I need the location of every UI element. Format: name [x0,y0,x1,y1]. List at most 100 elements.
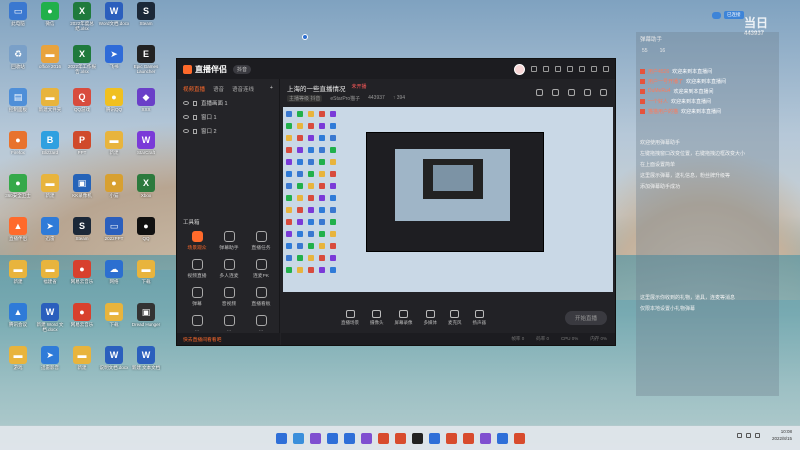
desktop-icon[interactable]: ▲ 腾讯会议 [2,303,34,332]
desktop-icon[interactable]: B Blizzard [34,131,66,160]
title-bar[interactable]: 直播伴侣 抖音 [177,59,615,79]
toolbox-item[interactable]: 音视频 [213,287,245,307]
desktop-icon[interactable]: X Xbox [130,174,162,203]
tool-mic-button[interactable]: 麦克风 [448,310,462,326]
go-live-button[interactable]: 开始直播 [564,311,607,325]
taskbar-app-icon[interactable] [377,432,389,444]
desktop-icon[interactable]: ➤ 迅雷影音 [34,346,66,375]
menu-icon[interactable] [567,66,573,72]
desktop-icon[interactable]: ● 腾讯QQ [98,88,130,117]
add-scene-button[interactable]: + [270,85,273,93]
taskbar-app-icon[interactable] [496,432,508,444]
desktop-icon[interactable]: ▭ 2022PPT [98,217,130,246]
maximize-icon[interactable] [591,66,597,72]
chat-user[interactable]: 猫猫用户的猫 [648,108,678,115]
tab-voice[interactable]: 语音 [213,85,224,93]
desktop-icon[interactable]: X 2022年度总结.xlsx [66,2,98,31]
grid-icon[interactable] [568,89,575,96]
live-preview[interactable] [283,107,613,292]
desktop-icon[interactable]: ▬ 新建 [98,131,130,160]
chat-user[interactable]: 用户一号开播了 [648,78,683,85]
desktop-icon[interactable]: ▬ 下载 [130,260,162,289]
taskbar-app-icon[interactable] [309,432,321,444]
print-icon[interactable] [552,89,559,96]
desktop-icon[interactable]: ♻ 回收站 [2,45,34,74]
taskbar-app-icon[interactable] [445,432,457,444]
toolbox-item[interactable]: 直播看板 [245,287,277,307]
desktop-icon[interactable]: S Steam [130,2,162,31]
desktop-icon[interactable]: E Epic Games Launcher [130,45,162,74]
taskbar-app-icon[interactable] [411,432,423,444]
taskbar-app-icon[interactable] [462,432,474,444]
volume-icon[interactable] [746,433,751,438]
start-icon[interactable] [275,432,287,444]
tool-camera-button[interactable]: 摄像头 [370,310,384,326]
tab-voice-link[interactable]: 语音连线 [232,85,254,93]
toolbox-item[interactable]: … [213,315,245,333]
lock-icon[interactable] [193,114,197,120]
desktop-icon[interactable]: ● 小猫 [98,174,130,203]
chat-user[interactable]: 一个好人 [648,98,668,105]
desktop-icon[interactable]: ● 网易云音乐 [66,303,98,332]
toolbox-item[interactable]: 连麦PK [245,259,277,279]
desktop-icon[interactable]: W 说明文档.docx [98,346,130,375]
desktop-icon[interactable]: ● 微信 [34,2,66,31]
desktop-icon[interactable]: P PPT [66,131,98,160]
clock[interactable]: 10:08 2022/8/15 [772,428,792,442]
toolbox-item[interactable]: 弹幕助手 [213,231,245,251]
scene-item[interactable]: 窗口 1 [177,110,279,124]
taskbar-app-icon[interactable] [479,432,491,444]
user-avatar[interactable] [514,63,525,75]
toolbox-item[interactable]: … [181,315,213,333]
left-footer-tip[interactable]: 快去直播间看看吧 [177,333,280,345]
platform-pill[interactable]: 抖音 [233,64,252,74]
desktop-icon[interactable]: ▬ 新建 [34,174,66,203]
tab-video[interactable]: 视频直播 [183,85,205,93]
desktop-icon[interactable]: ▤ 控制面板 [2,88,34,117]
taskbar-app-icon[interactable] [513,432,525,444]
desktop-icon[interactable]: S Steam [66,217,98,246]
taskbar-app-icon[interactable] [428,432,440,444]
settings-icon[interactable] [531,66,537,72]
desktop-icon[interactable]: W 新建 Word 文档.docx [34,303,66,332]
desktop-icon[interactable]: ▲ 直播伴侣 [2,217,34,246]
desktop-icon[interactable]: ▬ 下载 [98,303,130,332]
desktop-icon[interactable]: ● Firefox [2,131,34,160]
desktop-icon[interactable]: W StarCraft [130,131,162,160]
desktop-icon[interactable]: ▭ 此电脑 [2,2,34,31]
lock-icon[interactable] [193,128,197,134]
desktop-icon[interactable]: ● QQ [130,217,162,246]
desktop-icon[interactable]: ▬ 新建 [2,260,34,289]
minimize-icon[interactable] [579,66,585,72]
eye-icon[interactable] [183,129,189,133]
desktop-icon[interactable]: ▬ 新建 [66,346,98,375]
bell-icon[interactable] [584,89,591,96]
lock-icon[interactable] [193,100,197,106]
taskbar-app-icon[interactable] [326,432,338,444]
taskbar-app-icon[interactable] [343,432,355,444]
desktop-icon[interactable]: Q QQ游戏 [66,88,98,117]
desktop-icon[interactable]: ▣ KK录像机 [66,174,98,203]
desktop-icon[interactable]: ▬ 福建省 [34,260,66,289]
toolbox-item[interactable]: 场景观众 [181,231,213,251]
desktop-icon[interactable]: ▬ 新建文件夹 [34,88,66,117]
desktop-icon[interactable]: W 新建 文本文档 [130,346,162,375]
desktop-icon[interactable]: ● 360安全卫士 [2,174,34,203]
tool-screen-button[interactable]: 屏幕录像 [395,310,413,326]
toolbox-item[interactable]: … [245,315,277,333]
eye-icon[interactable] [183,115,189,119]
desktop-icon[interactable]: ➤ 迅雷 [34,217,66,246]
toolbox-item[interactable]: 弹幕 [181,287,213,307]
danmaku-panel[interactable]: 弹幕助手 55 16 用户4526 欢迎来到本直播间 用户一号开播了 欢迎来到本直播间… [636,32,779,396]
desktop-icon[interactable]: ◆ XXX [130,88,162,117]
desktop-icon[interactable]: ▣ Dread Hunger [130,303,162,332]
cloud-sync[interactable]: 已连接 [712,11,744,19]
taskbar-app-icon[interactable] [394,432,406,444]
taskbar-app-icon[interactable] [360,432,372,444]
close-icon[interactable] [603,66,609,72]
desktop-icon[interactable]: ☁ 网络 [98,260,130,289]
tool-media-button[interactable]: 多媒体 [424,310,437,326]
toolbox-item[interactable]: 视频直播 [181,259,213,279]
chat-user[interactable]: 用户4526 [648,68,669,75]
toolbox-item[interactable]: 直播任务 [245,231,277,251]
